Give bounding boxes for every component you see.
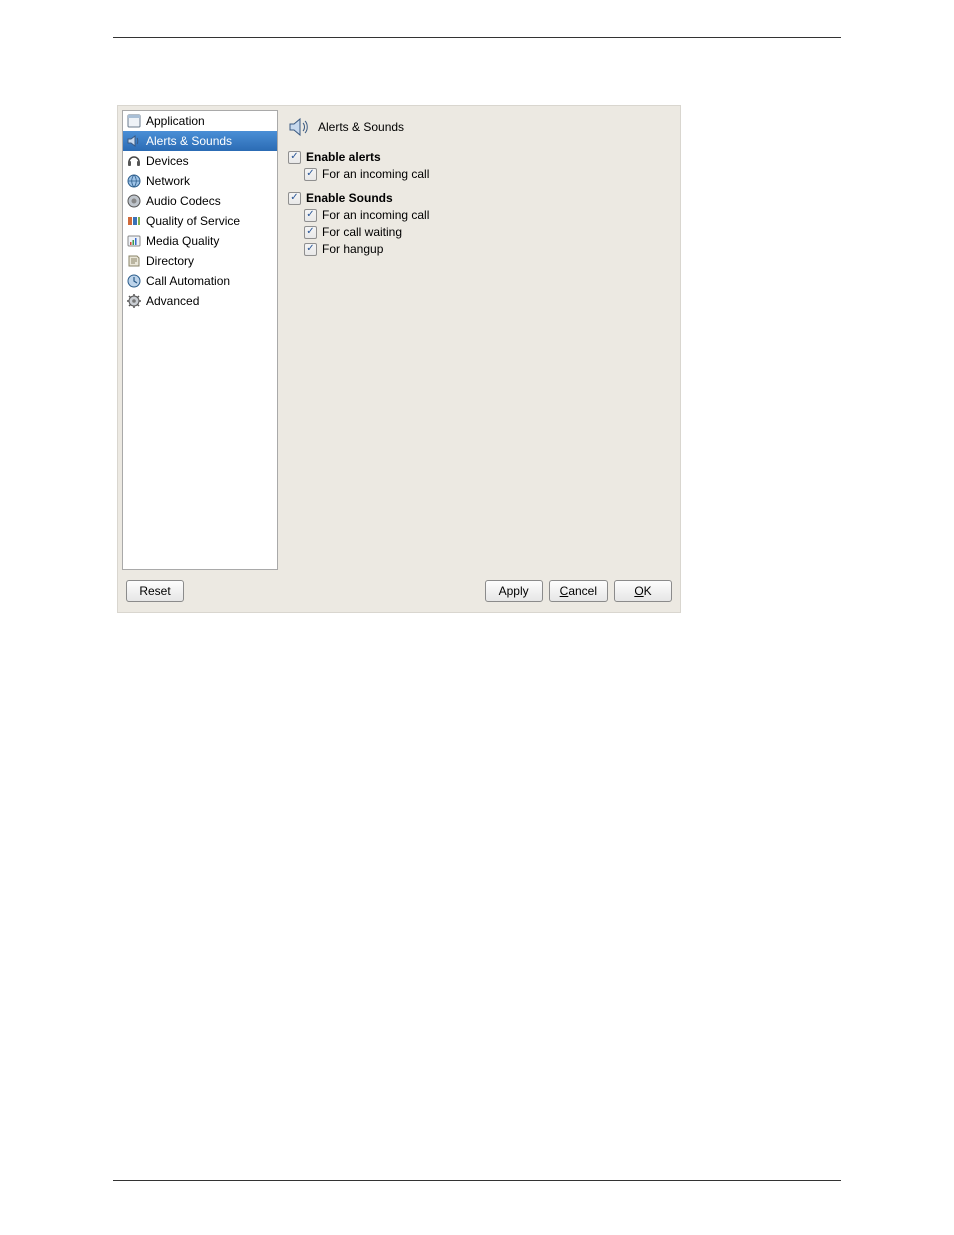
content-pane: Alerts & Sounds Enable alerts For an inc… — [288, 110, 674, 570]
preferences-dialog: Application Alerts & Sounds Devices — [117, 105, 681, 613]
sidebar-item-devices[interactable]: Devices — [123, 151, 277, 171]
reset-button[interactable]: Reset — [126, 580, 184, 602]
gear-icon — [126, 293, 142, 309]
button-label: Cancel — [560, 584, 597, 598]
page-rule-bottom — [113, 1180, 841, 1181]
page-rule-top — [113, 37, 841, 38]
button-label: OK — [634, 584, 651, 598]
apply-button[interactable]: Apply — [485, 580, 543, 602]
automation-icon — [126, 273, 142, 289]
sidebar-item-audio-codecs[interactable]: Audio Codecs — [123, 191, 277, 211]
globe-icon — [126, 173, 142, 189]
checkbox-enable-sounds[interactable]: Enable Sounds — [288, 191, 668, 205]
sidebar-item-network[interactable]: Network — [123, 171, 277, 191]
sidebar-item-label: Directory — [146, 254, 194, 268]
sidebar-item-label: Quality of Service — [146, 214, 240, 228]
sidebar-item-alerts-sounds[interactable]: Alerts & Sounds — [123, 131, 277, 151]
sidebar-item-label: Call Automation — [146, 274, 230, 288]
checkbox-label: For call waiting — [322, 225, 402, 239]
sidebar-item-application[interactable]: Application — [123, 111, 277, 131]
media-quality-icon — [126, 233, 142, 249]
checkmark-icon — [288, 151, 301, 164]
checkmark-icon — [304, 168, 317, 181]
sidebar-item-label: Media Quality — [146, 234, 219, 248]
sidebar-item-label: Audio Codecs — [146, 194, 221, 208]
checkmark-icon — [304, 243, 317, 256]
checkbox-alerts-incoming-call[interactable]: For an incoming call — [304, 167, 668, 181]
sidebar-item-media-quality[interactable]: Media Quality — [123, 231, 277, 251]
checkmark-icon — [304, 209, 317, 222]
qos-icon — [126, 213, 142, 229]
sidebar-item-label: Alerts & Sounds — [146, 134, 232, 148]
group-enable-alerts: Enable alerts For an incoming call — [288, 150, 668, 181]
sidebar-item-advanced[interactable]: Advanced — [123, 291, 277, 311]
cancel-button[interactable]: Cancel — [549, 580, 608, 602]
checkbox-label: Enable Sounds — [306, 191, 393, 205]
sidebar-item-label: Devices — [146, 154, 189, 168]
window-icon — [126, 113, 142, 129]
checkmark-icon — [304, 226, 317, 239]
checkbox-label: For an incoming call — [322, 208, 429, 222]
checkmark-icon — [288, 192, 301, 205]
checkbox-sounds-hangup[interactable]: For hangup — [304, 242, 668, 256]
speaker-icon — [288, 116, 310, 138]
headset-icon — [126, 153, 142, 169]
sidebar-item-quality-of-service[interactable]: Quality of Service — [123, 211, 277, 231]
checkbox-sounds-call-waiting[interactable]: For call waiting — [304, 225, 668, 239]
checkbox-label: For an incoming call — [322, 167, 429, 181]
dialog-footer: Reset Apply Cancel OK — [118, 576, 680, 612]
content-header: Alerts & Sounds — [288, 116, 668, 138]
checkbox-sounds-incoming-call[interactable]: For an incoming call — [304, 208, 668, 222]
codec-icon — [126, 193, 142, 209]
sidebar-item-label: Application — [146, 114, 205, 128]
settings-sidebar: Application Alerts & Sounds Devices — [122, 110, 278, 570]
group-enable-sounds: Enable Sounds For an incoming call For c… — [288, 191, 668, 256]
button-label: Reset — [139, 584, 170, 598]
ok-button[interactable]: OK — [614, 580, 672, 602]
sidebar-item-label: Network — [146, 174, 190, 188]
button-label: Apply — [499, 584, 529, 598]
checkbox-label: For hangup — [322, 242, 383, 256]
directory-icon — [126, 253, 142, 269]
content-title: Alerts & Sounds — [318, 120, 404, 134]
sidebar-item-label: Advanced — [146, 294, 199, 308]
checkbox-label: Enable alerts — [306, 150, 381, 164]
speaker-icon — [126, 133, 142, 149]
checkbox-enable-alerts[interactable]: Enable alerts — [288, 150, 668, 164]
sidebar-item-directory[interactable]: Directory — [123, 251, 277, 271]
sidebar-item-call-automation[interactable]: Call Automation — [123, 271, 277, 291]
